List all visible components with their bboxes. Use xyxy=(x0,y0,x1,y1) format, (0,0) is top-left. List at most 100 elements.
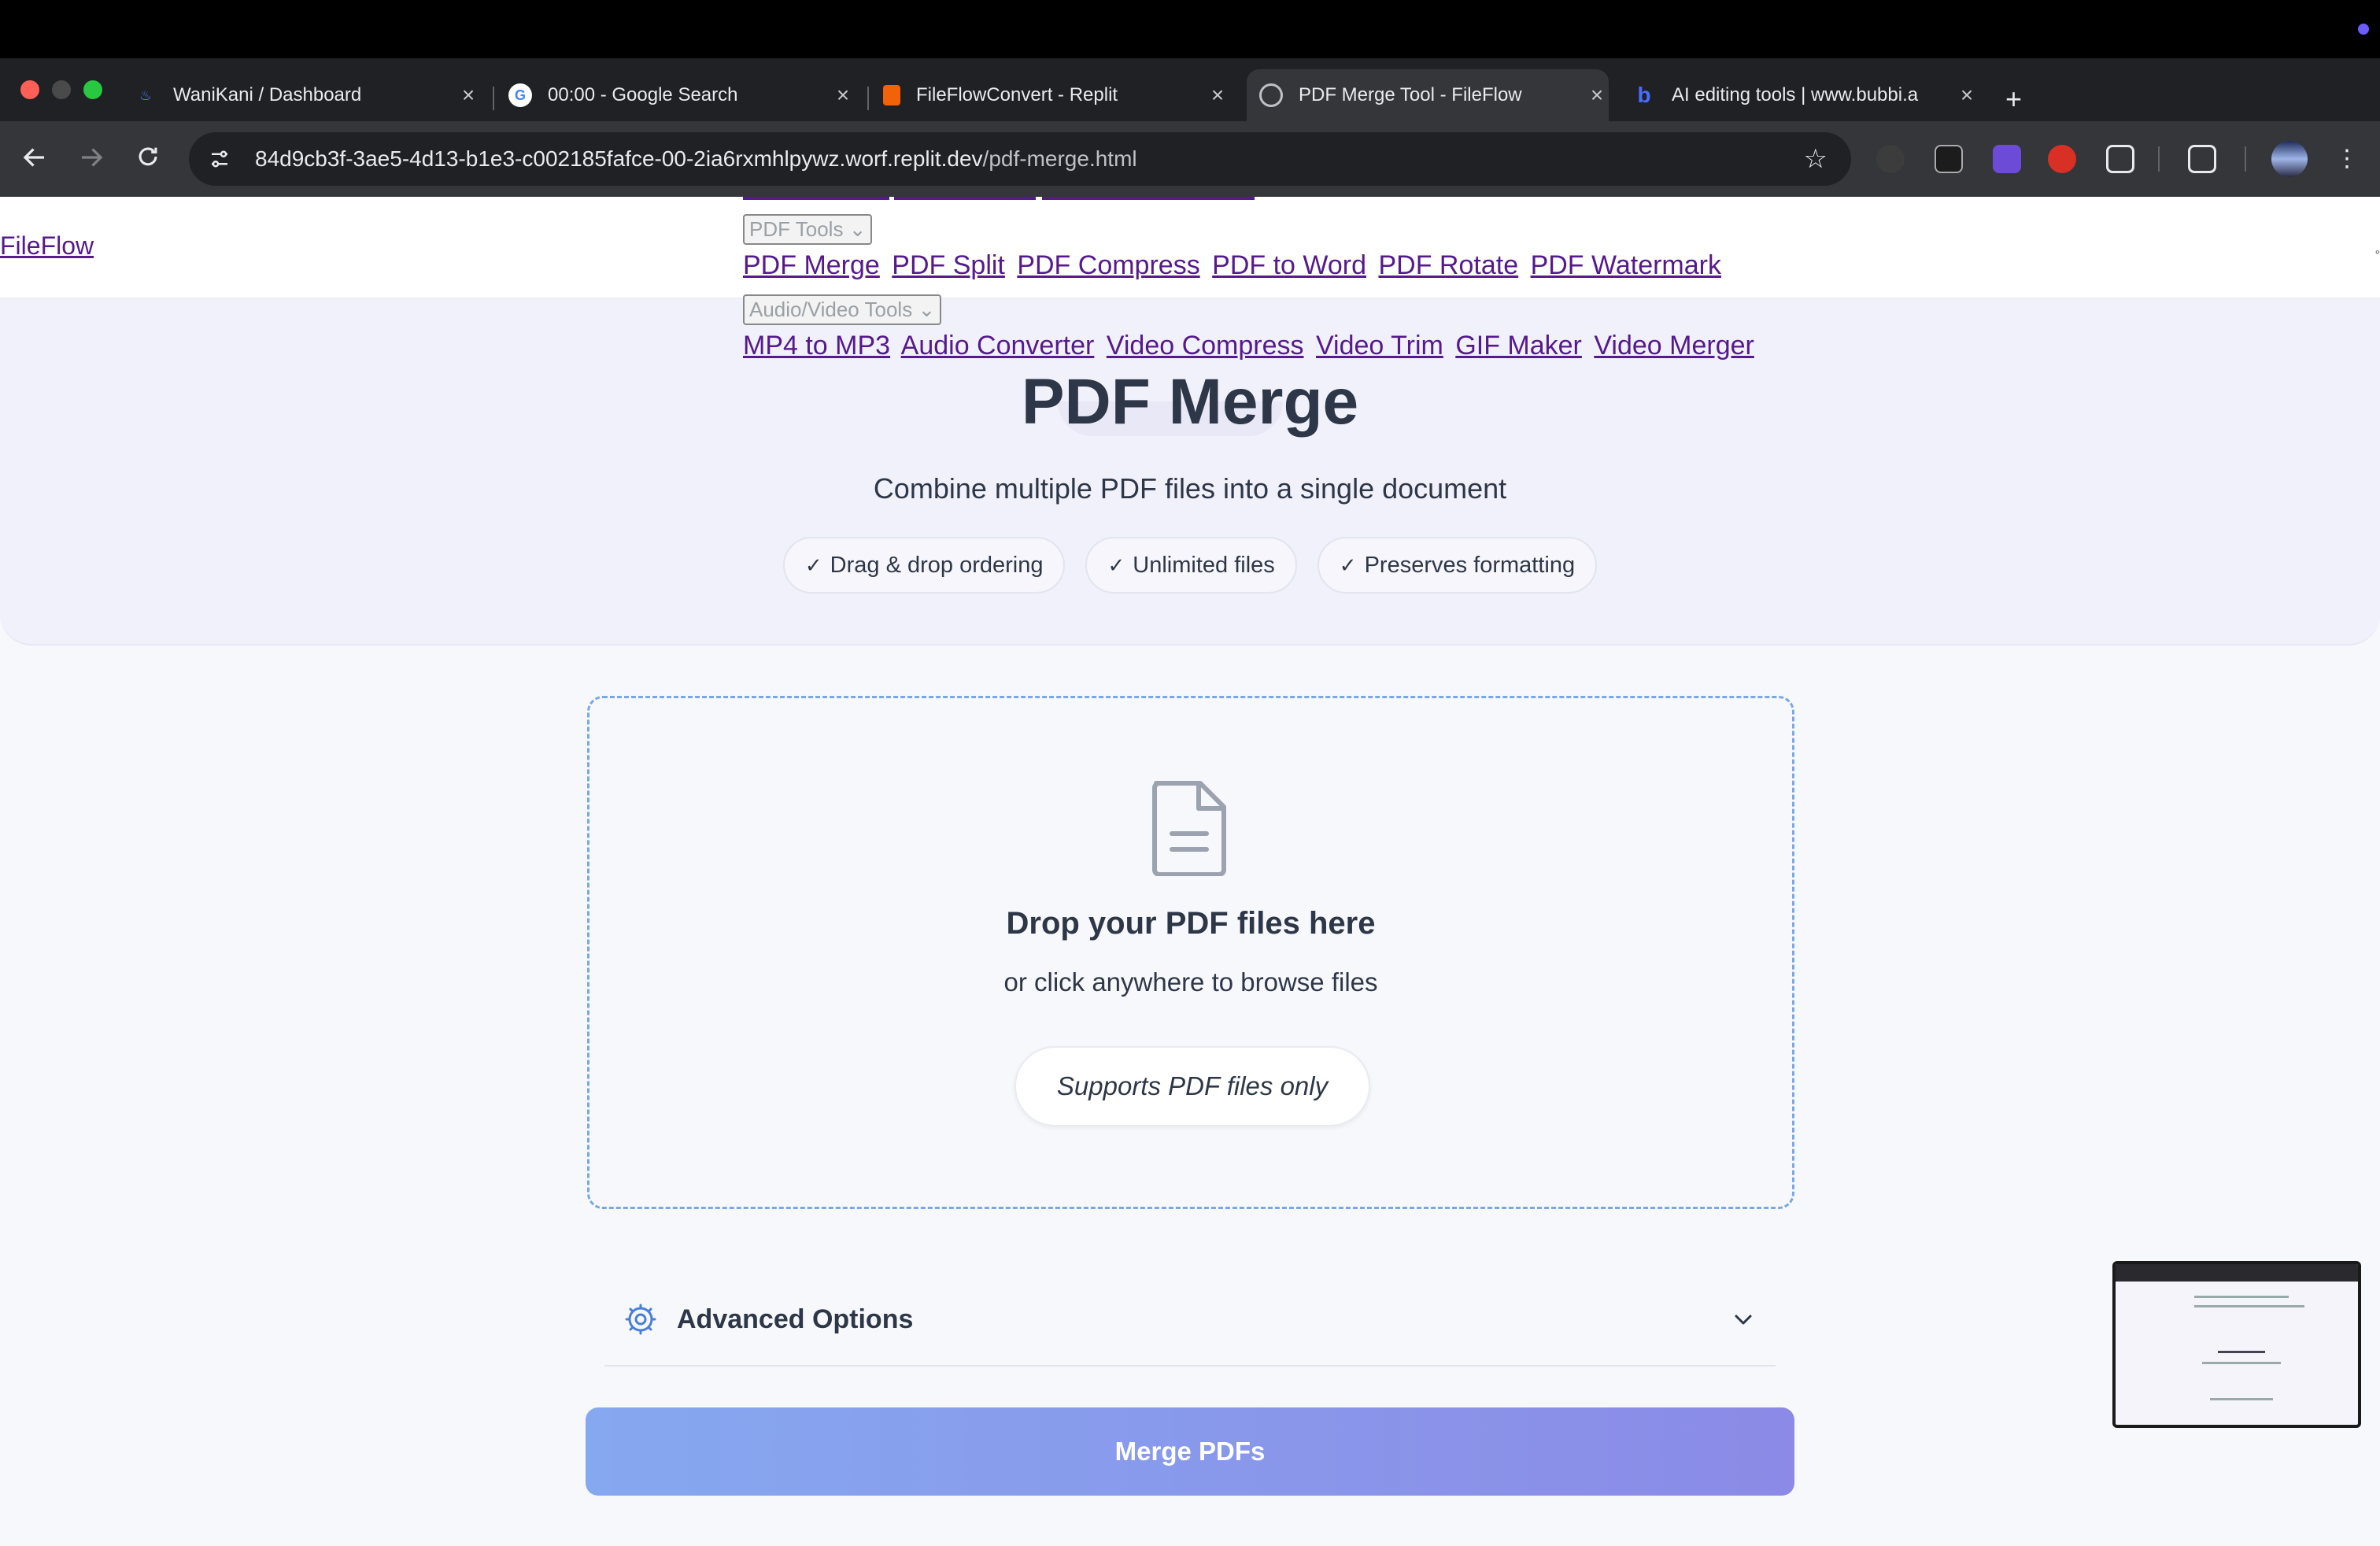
toolbar-separator xyxy=(2245,146,2246,172)
tab-title: FileFlowConvert - Replit xyxy=(916,84,1118,105)
extension-board-icon[interactable] xyxy=(1993,145,2021,173)
status-dot xyxy=(2358,24,2369,35)
tab-wanikani[interactable]: ♨ WaniKani / Dashboard × xyxy=(134,69,480,121)
close-tab-icon[interactable]: × xyxy=(1206,83,1229,108)
tab-separator xyxy=(493,87,494,110)
nav-link-audio-converter[interactable]: Audio Converter xyxy=(901,331,1095,361)
document-icon xyxy=(1152,781,1226,876)
file-dropzone[interactable]: Drop your PDF files here or click anywhe… xyxy=(587,696,1794,1209)
advanced-options-toggle[interactable]: Advanced Options xyxy=(604,1274,1776,1367)
url-text: 84d9cb3f-3ae5-4d13-b1e3-c002185fafce-00-… xyxy=(255,146,1137,172)
badge-label: Drag & drop ordering xyxy=(830,552,1044,578)
close-window-button[interactable] xyxy=(20,80,39,99)
badge-label: Preserves formatting xyxy=(1364,552,1576,578)
tab-bubbi[interactable]: b AI editing tools | www.bubbi.a × xyxy=(1632,69,1979,121)
google-icon: G xyxy=(508,83,532,107)
extension-hand-icon[interactable] xyxy=(2048,145,2076,173)
menu-kebab-icon[interactable]: ⋮ xyxy=(2331,143,2363,175)
advanced-options-label: Advanced Options xyxy=(677,1304,914,1334)
check-icon: ✓ xyxy=(1107,553,1125,577)
forward-arrow-icon xyxy=(82,148,103,167)
nav-link-video-compress[interactable]: Video Compress xyxy=(1107,331,1304,361)
tab-strip: ♨ WaniKani / Dashboard × G 00:00 - Googl… xyxy=(0,58,2380,121)
wanikani-icon: ♨ xyxy=(139,87,153,103)
page-viewport: PDF Merge Combine multiple PDF files int… xyxy=(0,197,2380,1546)
thumbnail-line xyxy=(2210,1398,2273,1400)
nav-link-mp4-to-mp3[interactable]: MP4 to MP3 xyxy=(743,331,890,361)
feature-badge: ✓ Unlimited files xyxy=(1085,537,1297,594)
chevron-down-icon xyxy=(1735,1315,1752,1325)
nav-link-gif-maker[interactable]: GIF Maker xyxy=(1455,331,1582,361)
nav-link-video-merger[interactable]: Video Merger xyxy=(1594,331,1754,361)
globe-icon xyxy=(1259,83,1283,107)
nav-link-pdf-to-word[interactable]: PDF to Word xyxy=(1212,250,1366,280)
extension-glasses-icon[interactable] xyxy=(1935,145,1963,173)
tab-title: PDF Merge Tool - FileFlow xyxy=(1299,84,1522,105)
supported-formats-badge: Supports PDF files only xyxy=(1014,1046,1370,1126)
replit-icon xyxy=(883,85,900,105)
extension-cat-icon[interactable] xyxy=(1876,145,1905,173)
dropdown-label: Audio/Video Tools xyxy=(749,298,913,321)
nav-link-pdf-watermark[interactable]: PDF Watermark xyxy=(1531,250,1721,280)
bookmark-star-icon[interactable]: ☆ xyxy=(1804,143,1828,175)
tab-google-search[interactable]: G 00:00 - Google Search × xyxy=(508,69,855,121)
thumbnail-line xyxy=(2194,1296,2289,1298)
brand-link[interactable]: FileFlow xyxy=(0,231,94,261)
back-arrow-icon xyxy=(23,148,44,167)
tab-replit[interactable]: FileFlowConvert - Replit × xyxy=(883,69,1229,121)
tab-search-icon[interactable] xyxy=(2188,145,2216,173)
chevron-down-icon: ⌄ xyxy=(848,217,867,241)
nav-link-cut xyxy=(743,197,889,200)
minimize-window-button[interactable] xyxy=(52,80,71,99)
close-tab-icon[interactable]: × xyxy=(831,83,855,108)
check-icon: ✓ xyxy=(804,553,822,577)
forward-button[interactable] xyxy=(76,143,107,175)
close-tab-icon[interactable]: × xyxy=(1585,83,1609,108)
pdf-tools-dropdown[interactable]: PDF Tools ⌄ xyxy=(743,214,873,245)
bubbi-icon: b xyxy=(1637,83,1651,107)
menu-bar xyxy=(0,0,2380,58)
site-settings-icon[interactable] xyxy=(208,147,231,171)
nav-link-pdf-rotate[interactable]: PDF Rotate xyxy=(1378,250,1518,280)
badge-label: Unlimited files xyxy=(1133,552,1275,578)
address-bar[interactable]: 84d9cb3f-3ae5-4d13-b1e3-c002185fafce-00-… xyxy=(189,132,1851,186)
page-subtitle: Combine multiple PDF files into a single… xyxy=(873,472,1507,505)
back-button[interactable] xyxy=(19,143,50,175)
maximize-window-button[interactable] xyxy=(83,80,102,99)
close-tab-icon[interactable]: × xyxy=(1955,83,1979,108)
nav-link-pdf-merge[interactable]: PDF Merge xyxy=(743,250,880,280)
merge-pdfs-button[interactable]: Merge PDFs xyxy=(586,1407,1794,1496)
pdf-tools-links: PDF Merge PDF Split PDF Compress PDF to … xyxy=(743,250,1726,281)
thumbnail-line xyxy=(2202,1362,2281,1364)
nav-link-pdf-compress[interactable]: PDF Compress xyxy=(1017,250,1199,280)
gear-icon xyxy=(625,1304,656,1335)
nav-link-cut xyxy=(1042,197,1255,200)
audio-video-tools-dropdown[interactable]: Audio/Video Tools ⌄ xyxy=(743,294,942,325)
header-marker: ° xyxy=(2374,249,2380,262)
feature-badge: ✓ Preserves formatting xyxy=(1317,537,1598,594)
close-tab-icon[interactable]: × xyxy=(456,83,480,108)
tab-title: AI editing tools | www.bubbi.a xyxy=(1672,84,1919,105)
dropdown-label: PDF Tools xyxy=(749,217,844,241)
new-tab-button[interactable]: + xyxy=(2005,85,2022,113)
profile-avatar[interactable] xyxy=(2271,141,2308,177)
thumbnail-line xyxy=(2194,1305,2304,1307)
dropzone-title: Drop your PDF files here xyxy=(1006,906,1376,941)
page-title: PDF Merge xyxy=(1021,366,1359,438)
tab-title: WaniKani / Dashboard xyxy=(173,84,362,105)
nav-link-video-trim[interactable]: Video Trim xyxy=(1316,331,1443,361)
browser-toolbar: 84d9cb3f-3ae5-4d13-b1e3-c002185fafce-00-… xyxy=(0,121,2380,197)
dropzone-subtitle: or click anywhere to browse files xyxy=(1003,967,1378,997)
reload-icon xyxy=(139,147,157,166)
nav-link-pdf-split[interactable]: PDF Split xyxy=(892,250,1005,280)
chevron-down-icon: ⌄ xyxy=(918,298,936,321)
screenshot-thumbnail[interactable] xyxy=(2112,1261,2361,1428)
tab-pdf-merge[interactable]: PDF Merge Tool - FileFlow × xyxy=(1247,69,1609,121)
audio-video-links: MP4 to MP3 Audio Converter Video Compres… xyxy=(743,331,1759,361)
feature-badge: ✓ Drag & drop ordering xyxy=(782,537,1066,594)
reload-button[interactable] xyxy=(132,143,164,175)
extensions-puzzle-icon[interactable] xyxy=(2106,145,2134,173)
thumbnail-line xyxy=(2218,1351,2265,1353)
thumbnail-toolbar xyxy=(2116,1264,2358,1282)
site-header: FileFlow ° xyxy=(0,197,2380,299)
